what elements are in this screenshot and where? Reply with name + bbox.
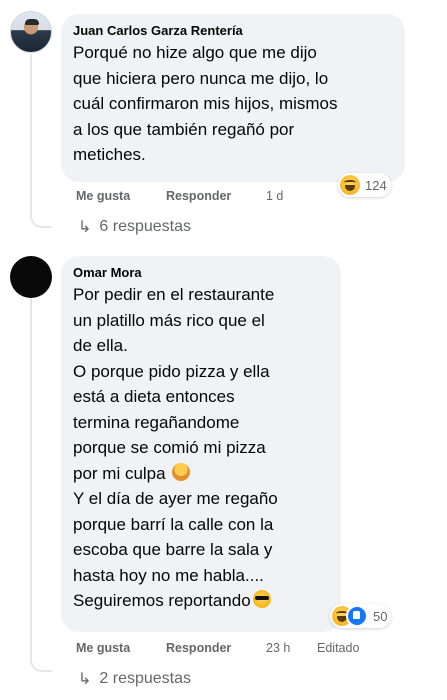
thread-line: [30, 54, 32, 216]
comment-text-line: Por pedir en el restaurante: [73, 285, 275, 304]
comment-time[interactable]: 23 h: [266, 641, 290, 655]
comment-text-line: Porqué no hize algo que me dijo: [73, 43, 317, 62]
comment-text-line: hasta hoy no me habla....: [73, 565, 264, 585]
like-link[interactable]: Me gusta: [76, 641, 130, 655]
replies-count: 6 respuestas: [99, 218, 192, 235]
comment-text: Porqué no hize algo que me dijo que hici…: [73, 40, 393, 168]
thread-curve: [30, 208, 52, 228]
avatar[interactable]: [10, 11, 52, 53]
comment-text-line: un platillo más rico que el: [73, 310, 265, 330]
avatar[interactable]: [10, 256, 52, 298]
comment-actions: Me gusta Responder 1 d: [76, 189, 376, 205]
comment-text-line: porque barrí la calle con la: [73, 514, 274, 534]
comment-author[interactable]: Juan Carlos Garza Rentería: [73, 22, 393, 39]
comment-text-line: a los que también regañó por: [73, 119, 295, 139]
comment-text-line: por mi culpa: [73, 461, 329, 487]
like-link[interactable]: Me gusta: [76, 189, 130, 203]
comment-text-line: de ella.: [73, 336, 128, 355]
like-icon: [346, 605, 368, 627]
comment-text-line: Seguiremos reportando: [73, 588, 329, 614]
comment-text-line: metiches.: [73, 145, 146, 164]
replies-count: 2 respuestas: [99, 670, 192, 687]
comment-text-line: termina regañandome: [73, 412, 240, 432]
comment-text-line: que hiciera pero nunca me dijo, lo: [73, 68, 329, 88]
reply-arrow-icon: ↳: [78, 671, 92, 688]
shrug-emoji-icon: [171, 462, 190, 481]
reply-link[interactable]: Responder: [166, 189, 231, 203]
comment-text-line: Y el día de ayer me regaño: [73, 489, 278, 508]
reaction-summary[interactable]: 50: [330, 604, 392, 628]
comment-time[interactable]: 1 d: [266, 189, 283, 203]
comment-author[interactable]: Omar Mora: [73, 264, 329, 281]
comment-text-line: porque se comió mi pizza: [73, 438, 266, 457]
reply-link[interactable]: Responder: [166, 641, 231, 655]
reply-arrow-icon: ↳: [78, 219, 92, 236]
comment-text-line: O porque pido pizza y ella: [73, 361, 270, 381]
view-replies-button[interactable]: ↳ 2 respuestas: [78, 669, 191, 689]
thread-curve: [30, 652, 52, 672]
edited-label: Editado: [317, 641, 360, 655]
comment-actions: Me gusta Responder 23 h Editado: [76, 641, 396, 657]
comment-bubble: Omar Mora Por pedir en el restaurante un…: [61, 256, 341, 632]
comment-bubble: Juan Carlos Garza Rentería Porqué no hiz…: [61, 14, 405, 182]
reaction-count: 50: [373, 608, 388, 624]
comment-text-line-part: Seguiremos reportando: [73, 591, 251, 610]
comment-text: Por pedir en el restaurante un platillo …: [73, 282, 329, 614]
thread-line: [30, 298, 32, 658]
view-replies-button[interactable]: ↳ 6 respuestas: [78, 217, 191, 237]
comment-text-line-part: por mi culpa: [73, 463, 166, 483]
sunglasses-emoji-icon: [252, 590, 271, 608]
comment-text-line: escoba que barre la sala y: [73, 540, 273, 559]
comment-text-line: está a dieta entonces: [73, 387, 235, 406]
comment-text-line: cuál confirmaron mis hijos, mismos: [73, 94, 338, 113]
